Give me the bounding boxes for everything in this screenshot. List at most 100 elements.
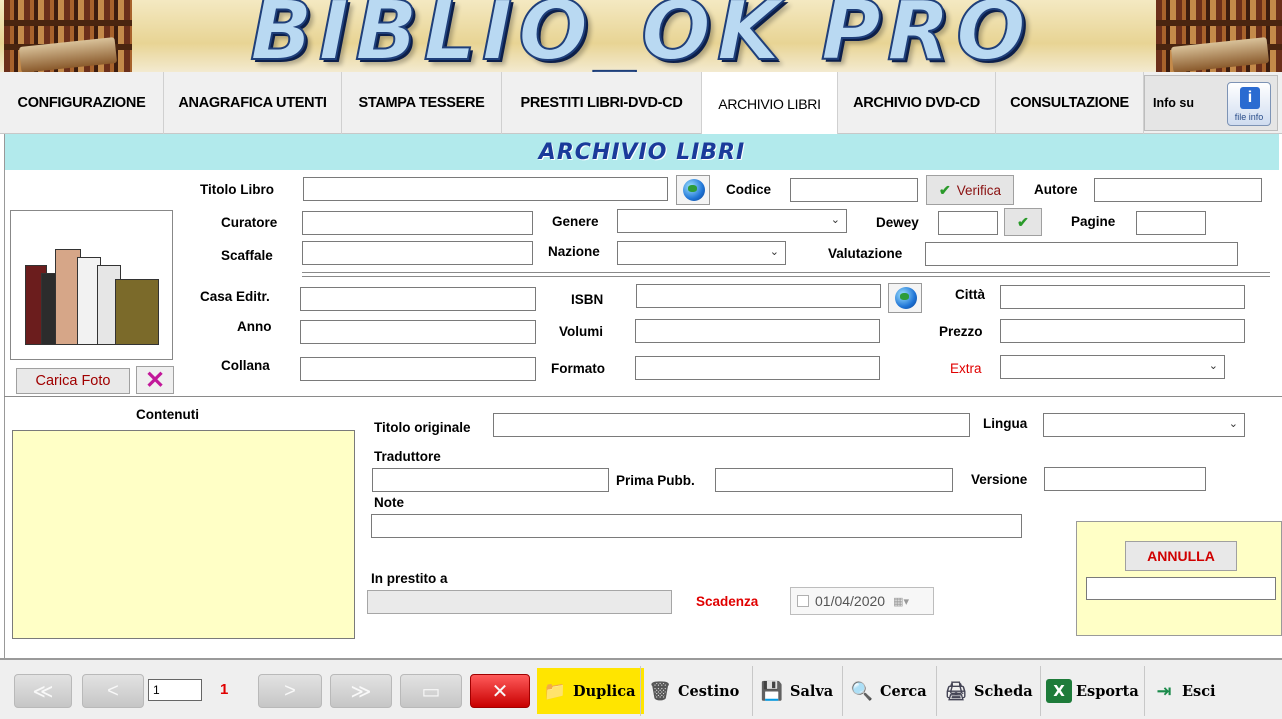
in-prestito-field [367, 590, 672, 614]
tab-anagrafica-utenti[interactable]: ANAGRAFICA UTENTI [164, 72, 342, 134]
scaffale-input[interactable] [302, 241, 533, 265]
extra-label: Extra [950, 361, 982, 376]
volumi-input[interactable] [635, 319, 880, 343]
formato-input[interactable] [635, 356, 880, 380]
carica-foto-button[interactable]: Carica Foto [16, 368, 130, 394]
anno-input[interactable] [300, 320, 536, 344]
printer-icon: 🖨 [944, 680, 968, 702]
pagine-input[interactable] [1136, 211, 1206, 235]
titolo-originale-label: Titolo originale [374, 420, 471, 435]
formato-label: Formato [551, 361, 605, 376]
tab-prestiti[interactable]: PRESTITI LIBRI-DVD-CD [502, 72, 702, 134]
toolbar-divider [752, 666, 753, 716]
last-record-button[interactable]: ≫ [330, 674, 392, 708]
previous-record-button[interactable]: < [82, 674, 144, 708]
book-cover-photo [10, 210, 173, 360]
autore-input[interactable] [1094, 178, 1262, 202]
versione-input[interactable] [1044, 467, 1206, 491]
toolbar-divider [936, 666, 937, 716]
record-number-input[interactable] [148, 679, 202, 701]
app-logo-title: BIBLIO_OK PRO [249, 0, 1032, 72]
info-tab[interactable]: Info su i file info [1144, 75, 1278, 131]
record-count: 1 [220, 681, 229, 698]
chevron-down-icon: ⌄ [1208, 360, 1218, 372]
lingua-select[interactable]: ⌄ [1043, 413, 1245, 437]
remove-photo-x-icon[interactable]: ✕ [136, 366, 174, 394]
titolo-libro-label: Titolo Libro [200, 182, 274, 197]
nazione-select[interactable]: ⌄ [617, 241, 786, 265]
tab-stampa-tessere[interactable]: STAMPA TESSERE [342, 72, 502, 134]
tab-configurazione[interactable]: CONFIGURAZIONE [0, 72, 164, 134]
titolo-originale-input[interactable] [493, 413, 970, 437]
collana-label: Collana [221, 358, 270, 373]
verifica-button[interactable]: ✔ Verifica [926, 175, 1014, 205]
tab-consultazione[interactable]: CONSULTAZIONE [996, 72, 1144, 134]
duplica-button[interactable]: 📁 Duplica [537, 668, 644, 714]
genere-select[interactable]: ⌄ [617, 209, 847, 233]
floppy-disk-icon: 💾 [760, 680, 784, 702]
annulla-button[interactable]: ANNULLA [1125, 541, 1237, 571]
prezzo-input[interactable] [1000, 319, 1245, 343]
app-window: BIBLIO_OK PRO CONFIGURAZIONE ANAGRAFICA … [0, 0, 1282, 719]
web-search-globe-icon[interactable] [676, 175, 710, 205]
books-banner-image-left [4, 0, 132, 72]
next-record-button[interactable]: > [258, 674, 322, 708]
scheda-button[interactable]: 🖨 Scheda [942, 668, 1033, 714]
tab-archivio-dvd-cd[interactable]: ARCHIVIO DVD-CD [838, 72, 996, 134]
cerca-button[interactable]: 🔍 Cerca [848, 668, 927, 714]
chevron-down-icon: ⌄ [769, 246, 779, 258]
cestino-button[interactable]: 🗑 Cestino [646, 668, 740, 714]
citta-input[interactable] [1000, 285, 1245, 309]
annulla-status-field[interactable] [1086, 577, 1276, 600]
exit-door-icon: ⇥ [1156, 680, 1172, 702]
file-info-icon[interactable]: i file info [1227, 82, 1271, 126]
salva-button[interactable]: 💾 Salva [758, 668, 833, 714]
casa-editrice-input[interactable] [300, 287, 536, 311]
isbn-web-globe-icon[interactable] [888, 283, 922, 313]
contenuti-label: Contenuti [136, 407, 199, 422]
section-title: ARCHIVIO LIBRI [538, 139, 746, 165]
curatore-input[interactable] [302, 211, 533, 235]
titolo-libro-input[interactable] [303, 177, 668, 201]
dewey-input[interactable] [938, 211, 998, 235]
genere-label: Genere [552, 214, 599, 229]
valutazione-input[interactable] [925, 242, 1238, 266]
chevron-down-icon: ⌄ [1228, 418, 1238, 430]
codice-input[interactable] [790, 178, 918, 202]
new-record-button[interactable]: ▭ [400, 674, 462, 708]
pagine-label: Pagine [1071, 214, 1116, 229]
toolbar-divider [640, 666, 641, 716]
curatore-label: Curatore [221, 215, 278, 230]
citta-label: Città [955, 287, 985, 302]
scadenza-date-picker[interactable]: 01/04/2020 ▦▾ [790, 587, 934, 615]
tab-archivio-libri[interactable]: ARCHIVIO LIBRI [702, 72, 838, 135]
in-prestito-label: In prestito a [371, 571, 448, 586]
extra-select[interactable]: ⌄ [1000, 355, 1225, 379]
scaffale-label: Scaffale [221, 248, 273, 263]
excel-icon: X [1046, 679, 1072, 703]
scadenza-checkbox[interactable] [797, 595, 809, 607]
first-record-button[interactable]: ≪ [14, 674, 72, 708]
traduttore-label: Traduttore [374, 449, 441, 464]
chevron-down-icon: ⌄ [830, 214, 840, 226]
esci-button[interactable]: ⇥ Esci [1150, 668, 1215, 714]
duplicate-folder-icon: 📁 [543, 680, 567, 702]
check-icon: ✔ [938, 181, 951, 198]
isbn-input[interactable] [636, 284, 881, 308]
dewey-check-button[interactable]: ✔ [1004, 208, 1042, 236]
traduttore-input[interactable] [372, 468, 609, 492]
contenuti-textarea[interactable] [12, 430, 355, 639]
dewey-label: Dewey [876, 215, 919, 230]
prezzo-label: Prezzo [939, 324, 983, 339]
section-title-bar: ARCHIVIO LIBRI [5, 134, 1279, 170]
prima-pubb-input[interactable] [715, 468, 953, 492]
note-label: Note [374, 495, 404, 510]
delete-record-button[interactable]: ✕ [470, 674, 530, 708]
calendar-dropdown-icon[interactable]: ▦▾ [893, 595, 909, 608]
collana-input[interactable] [300, 357, 536, 381]
esporta-button[interactable]: X Esporta [1046, 668, 1139, 714]
note-input[interactable] [371, 514, 1022, 538]
info-label: Info su [1153, 96, 1194, 110]
form-separator-bottom [302, 276, 1270, 277]
casa-editrice-label: Casa Editr. [200, 289, 270, 304]
